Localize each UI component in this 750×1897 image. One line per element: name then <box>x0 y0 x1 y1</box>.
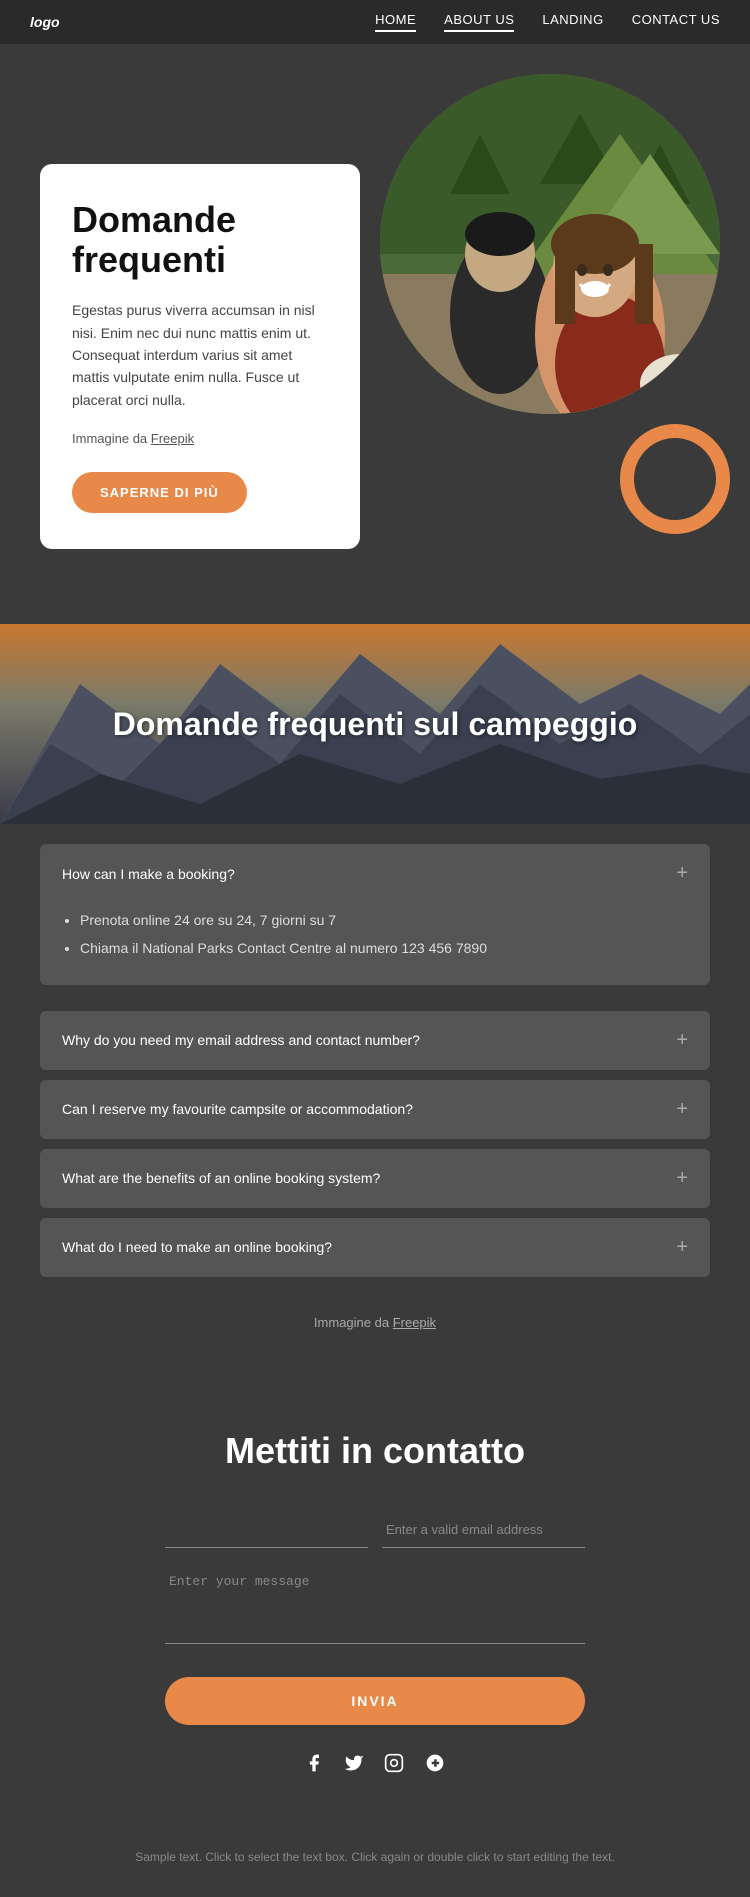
hero-card: Domande frequenti Egestas purus viverra … <box>40 164 360 549</box>
faq-question-4[interactable]: What are the benefits of an online booki… <box>40 1149 710 1208</box>
faq-question-text-5: What do I need to make an online booking… <box>62 1239 332 1255</box>
faq-expand-icon-2: + <box>676 1029 688 1052</box>
navbar: logo HOME ABOUT US LANDING CONTACT US <box>0 0 750 44</box>
contact-section: Mettiti in contatto INVIA <box>0 1380 750 1828</box>
hero-section: Domande frequenti Egestas purus viverra … <box>0 44 750 624</box>
email-input[interactable] <box>382 1512 585 1548</box>
faq-question-5[interactable]: What do I need to make an online booking… <box>40 1218 710 1277</box>
contact-title: Mettiti in contatto <box>40 1430 710 1472</box>
contact-form: INVIA <box>165 1512 585 1725</box>
nav-about[interactable]: ABOUT US <box>444 12 514 32</box>
social-icons-row <box>40 1753 710 1778</box>
faq-question-text-1: How can I make a booking? <box>62 866 235 882</box>
faq-section: How can I make a booking? + Prenota onli… <box>0 824 750 1380</box>
hero-title: Domande frequenti <box>72 200 328 279</box>
faq-question-3[interactable]: Can I reserve my favourite campsite or a… <box>40 1080 710 1139</box>
hero-image <box>380 74 720 414</box>
learn-more-button[interactable]: SAPERNE DI PIÙ <box>72 472 247 513</box>
nav-links: HOME ABOUT US LANDING CONTACT US <box>375 12 720 32</box>
faq-question-1[interactable]: How can I make a booking? + <box>40 844 710 903</box>
hero-description: Egestas purus viverra accumsan in nisl n… <box>72 299 328 411</box>
faq-item-2: Why do you need my email address and con… <box>40 1011 710 1070</box>
nav-landing[interactable]: LANDING <box>542 12 603 32</box>
submit-button[interactable]: INVIA <box>165 1677 585 1725</box>
faq-item-1: How can I make a booking? + Prenota onli… <box>40 844 710 985</box>
logo: logo <box>30 14 60 30</box>
footer-text: Sample text. Click to select the text bo… <box>135 1850 615 1864</box>
faq-banner: Domande frequenti sul campeggio <box>0 624 750 824</box>
faq-freepik-link[interactable]: Freepik <box>393 1315 436 1330</box>
faq-question-2[interactable]: Why do you need my email address and con… <box>40 1011 710 1070</box>
googleplus-icon[interactable] <box>424 1753 446 1778</box>
name-input[interactable] <box>165 1512 368 1548</box>
faq-answer-bullet-1-2: Chiama il National Parks Contact Centre … <box>80 937 688 961</box>
faq-expand-icon-4: + <box>676 1167 688 1190</box>
freepik-link[interactable]: Freepik <box>151 431 194 446</box>
faq-item-3: Can I reserve my favourite campsite or a… <box>40 1080 710 1139</box>
nav-contact[interactable]: CONTACT US <box>632 12 720 32</box>
instagram-icon[interactable] <box>384 1753 404 1778</box>
faq-expand-icon-3: + <box>676 1098 688 1121</box>
faq-question-text-3: Can I reserve my favourite campsite or a… <box>62 1101 413 1117</box>
facebook-icon[interactable] <box>304 1753 324 1778</box>
faq-banner-title: Domande frequenti sul campeggio <box>113 706 638 743</box>
faq-item-5: What do I need to make an online booking… <box>40 1218 710 1277</box>
faq-question-text-4: What are the benefits of an online booki… <box>62 1170 380 1186</box>
faq-item-4: What are the benefits of an online booki… <box>40 1149 710 1208</box>
faq-answer-bullet-1-1: Prenota online 24 ore su 24, 7 giorni su… <box>80 909 688 933</box>
nav-home[interactable]: HOME <box>375 12 416 32</box>
faq-question-text-2: Why do you need my email address and con… <box>62 1032 420 1048</box>
orange-ring-inner <box>642 446 708 512</box>
footer: Sample text. Click to select the text bo… <box>0 1828 750 1897</box>
faq-answer-1: Prenota online 24 ore su 24, 7 giorni su… <box>40 903 710 985</box>
faq-expand-icon-1: + <box>676 862 688 885</box>
form-name-email-row <box>165 1512 585 1564</box>
twitter-icon[interactable] <box>344 1753 364 1778</box>
faq-expand-icon-5: + <box>676 1236 688 1259</box>
message-input[interactable] <box>165 1564 585 1644</box>
hero-image-credit: Immagine da Freepik <box>72 429 328 450</box>
faq-image-credit: Immagine da Freepik <box>40 1287 710 1340</box>
